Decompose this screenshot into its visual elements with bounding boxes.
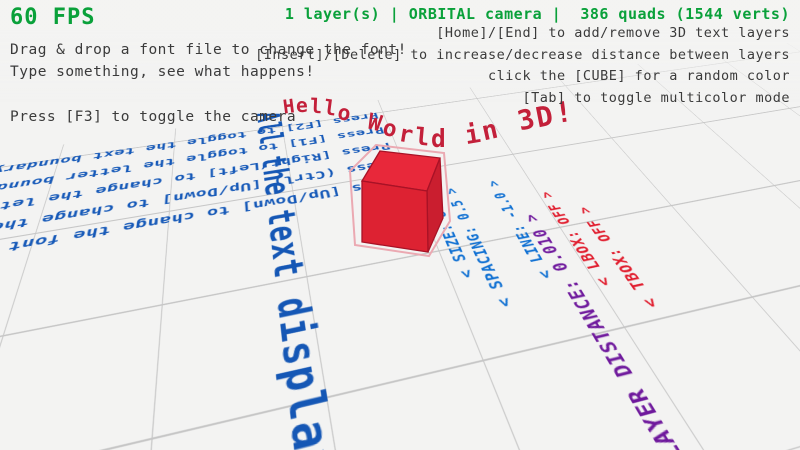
help-block: Press [Up/Down] to change the font sizeP… xyxy=(0,108,407,275)
app-window: Press [Up/Down] to change the font sizeP… xyxy=(0,0,800,450)
cube-face-front xyxy=(362,181,428,252)
hud-right: 1 layer(s) | ORBITAL camera | 386 quads … xyxy=(255,5,790,109)
hud-right-hint: [Tab] to toggle multicolor mode xyxy=(255,88,790,110)
hud-right-hint: [Home]/[End] to add/remove 3D text layer… xyxy=(255,23,790,45)
hud-right-hint: [Insert]/[Delete] to increase/decrease d… xyxy=(255,45,790,67)
status-bar: 1 layer(s) | ORBITAL camera | 386 quads … xyxy=(255,5,790,23)
hint-toggle-camera: Press [F3] to toggle the camera xyxy=(10,106,407,128)
hud-right-hint: click the [CUBE] for a random color xyxy=(255,66,790,88)
